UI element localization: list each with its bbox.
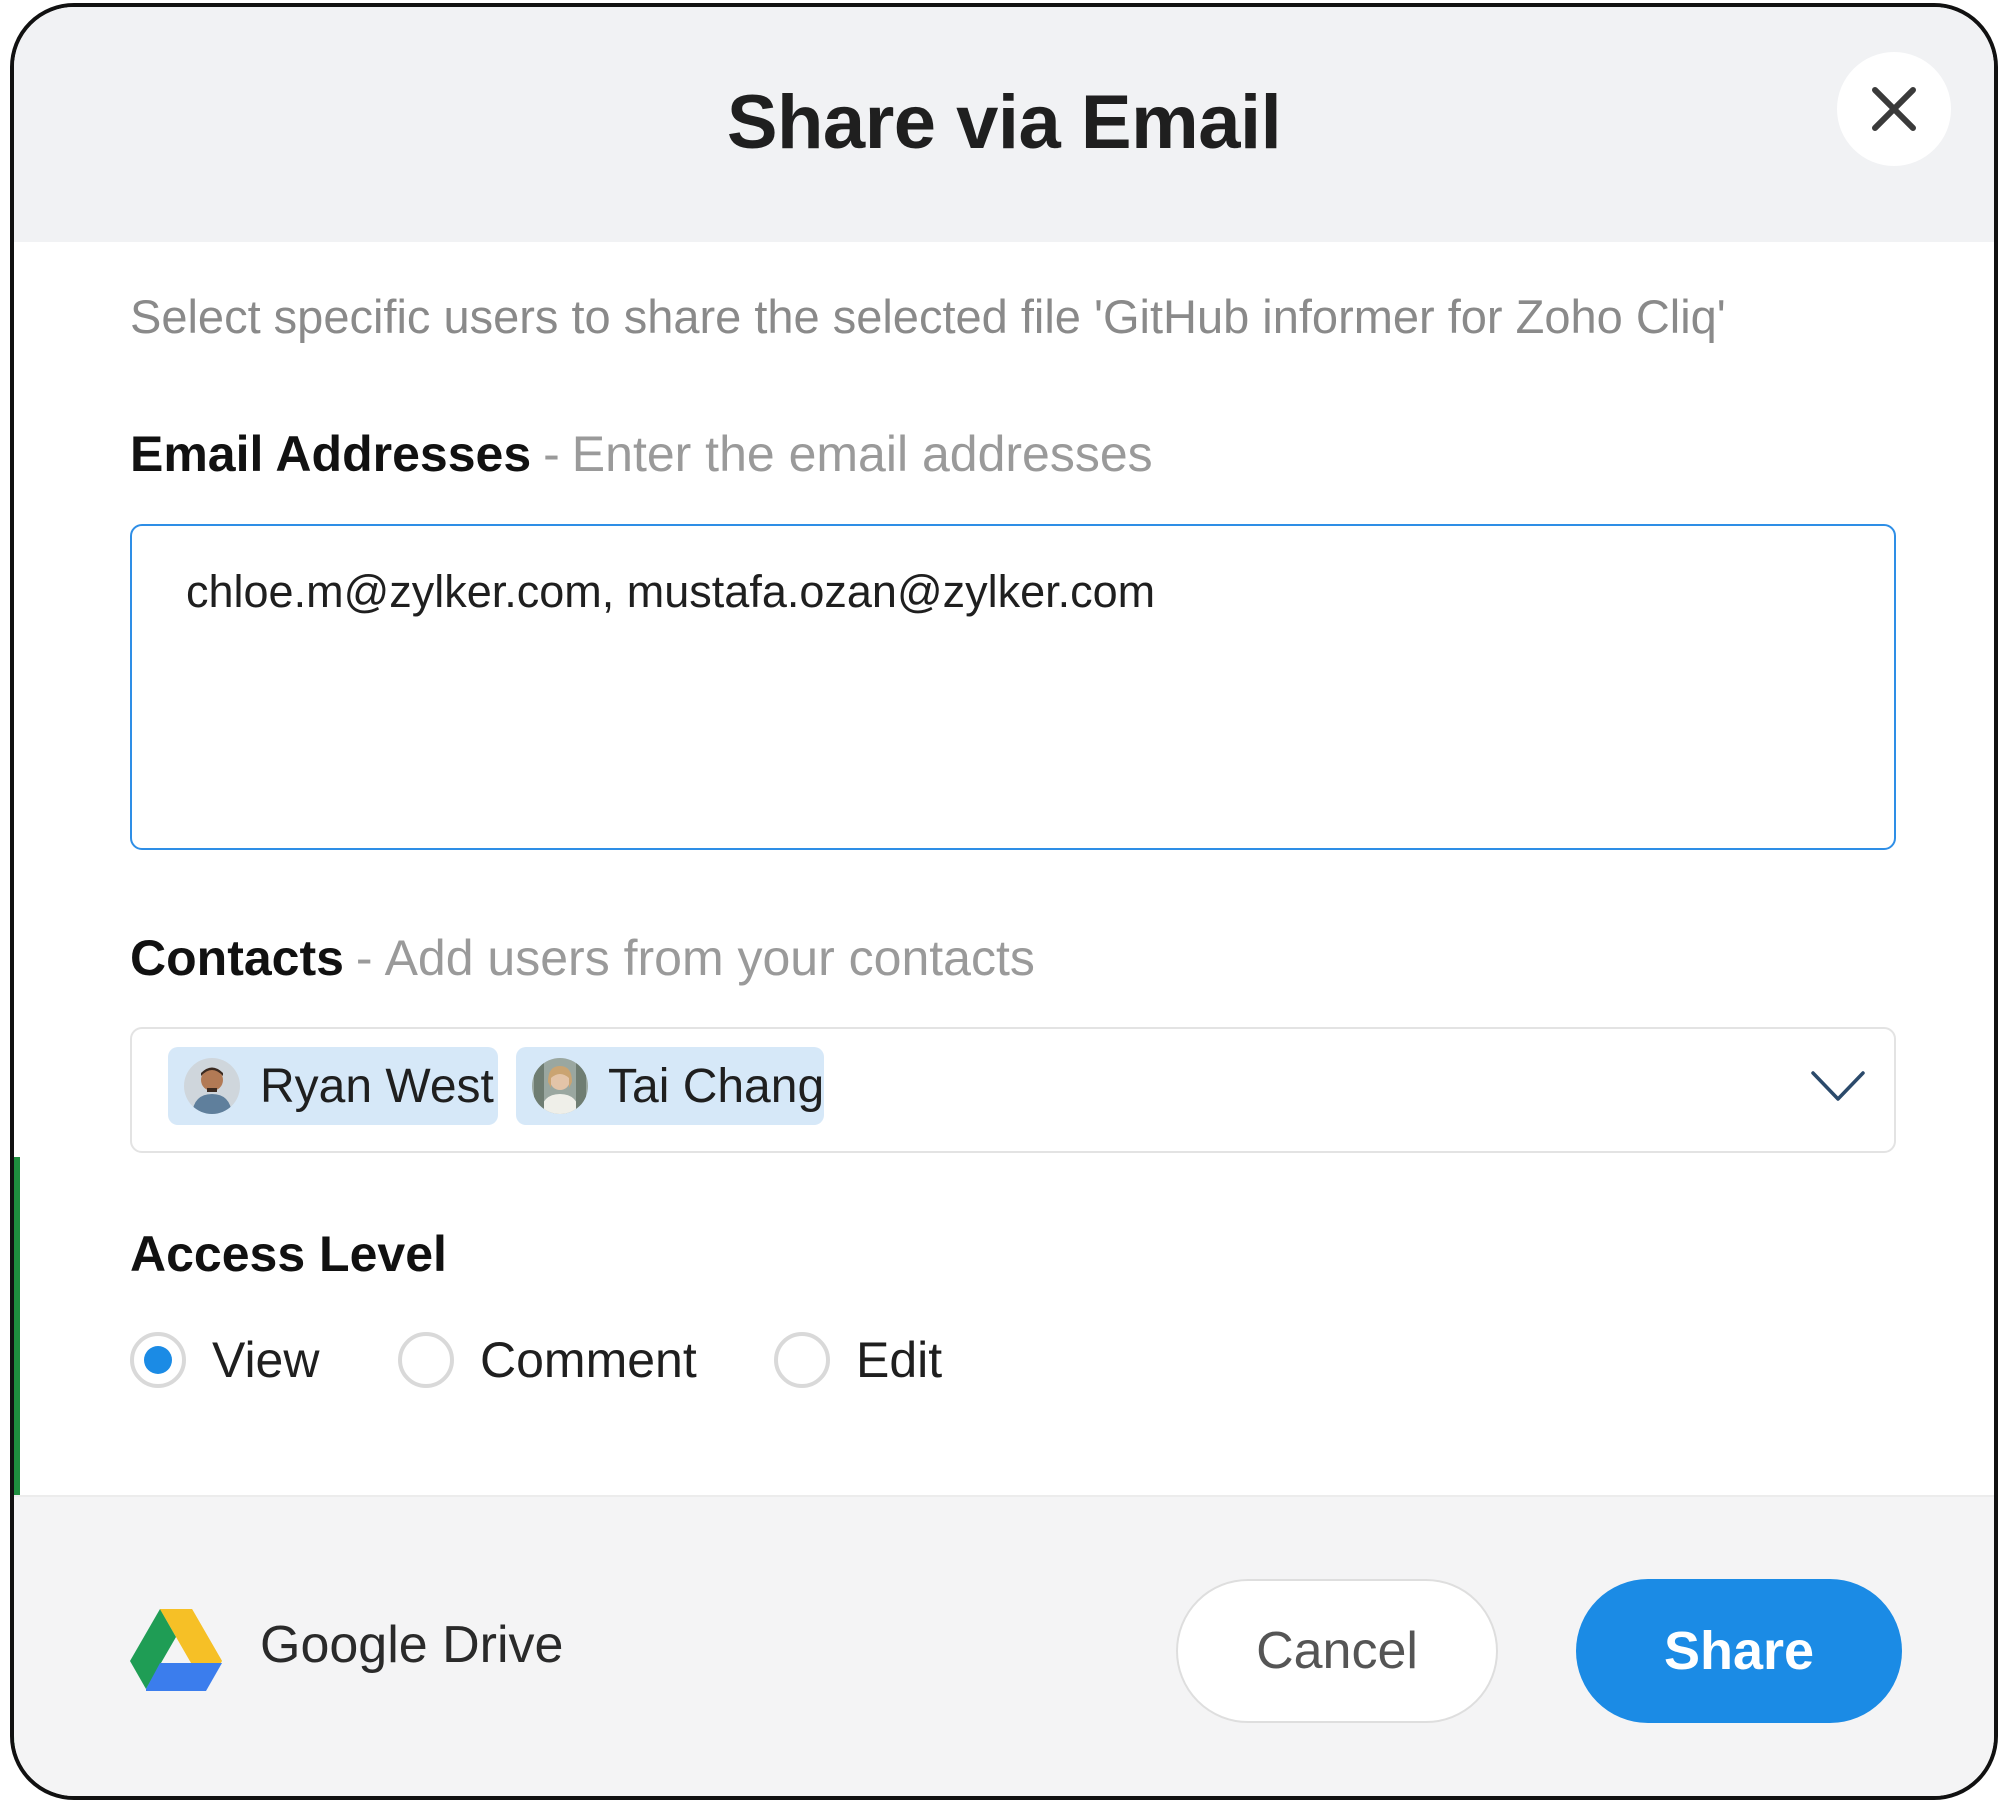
google-drive-icon <box>130 1609 222 1691</box>
contacts-hint: Add users from your contacts <box>384 930 1035 986</box>
radio-view[interactable]: View <box>130 1325 319 1395</box>
contact-chip-name: Tai Chang <box>608 1059 825 1113</box>
source-label: Google Drive <box>260 1616 564 1674</box>
contact-chip-name: Ryan West <box>260 1059 494 1113</box>
email-addresses-value[interactable]: chloe.m@zylker.com, mustafa.ozan@zylker.… <box>186 566 1155 618</box>
access-level-title: Access Level <box>130 1226 447 1282</box>
radio-comment[interactable]: Comment <box>398 1325 697 1395</box>
email-section-label: Email Addresses - Enter the email addresse… <box>130 425 1153 483</box>
close-icon <box>1872 87 1916 131</box>
radio-edit-label: Edit <box>856 1332 943 1388</box>
close-button[interactable] <box>1837 52 1951 166</box>
contacts-select[interactable]: Ryan West Tai Chang <box>130 1027 1896 1153</box>
tai-chang-avatar <box>532 1058 588 1114</box>
ryan-west-avatar <box>184 1058 240 1114</box>
contacts-section-label: Contacts - Add users from your contacts <box>130 929 1035 987</box>
email-label-separator: - <box>543 426 560 482</box>
email-addresses-input[interactable]: chloe.m@zylker.com, mustafa.ozan@zylker.… <box>130 524 1896 850</box>
cancel-button[interactable]: Cancel <box>1176 1579 1498 1723</box>
contact-chip-ryan-west[interactable]: Ryan West <box>168 1047 498 1125</box>
radio-edit[interactable]: Edit <box>774 1325 942 1395</box>
radio-view-circle[interactable] <box>130 1332 186 1388</box>
radio-edit-circle[interactable] <box>774 1332 830 1388</box>
share-button[interactable]: Share <box>1576 1579 1902 1723</box>
contacts-label: Contacts <box>130 930 344 986</box>
dialog-header: Share via Email <box>14 7 1994 242</box>
dialog-footer: Google Drive Cancel Share <box>14 1495 1994 1796</box>
radio-comment-label: Comment <box>480 1332 697 1388</box>
contact-chip-tai-chang[interactable]: Tai Chang <box>516 1047 824 1125</box>
chevron-down-icon[interactable] <box>1810 1069 1866 1103</box>
radio-view-label: View <box>212 1332 320 1388</box>
share-via-email-dialog: Share via Email Select specific users to… <box>10 3 1998 1800</box>
email-label: Email Addresses <box>130 426 532 482</box>
radio-comment-circle[interactable] <box>398 1332 454 1388</box>
access-level-label: Access Level <box>130 1225 447 1283</box>
contacts-label-separator: - <box>355 930 373 986</box>
dialog-title: Share via Email <box>726 80 1282 165</box>
email-hint: Enter the email addresses <box>571 426 1153 482</box>
dialog-description: Select specific users to share the selec… <box>130 290 1726 343</box>
